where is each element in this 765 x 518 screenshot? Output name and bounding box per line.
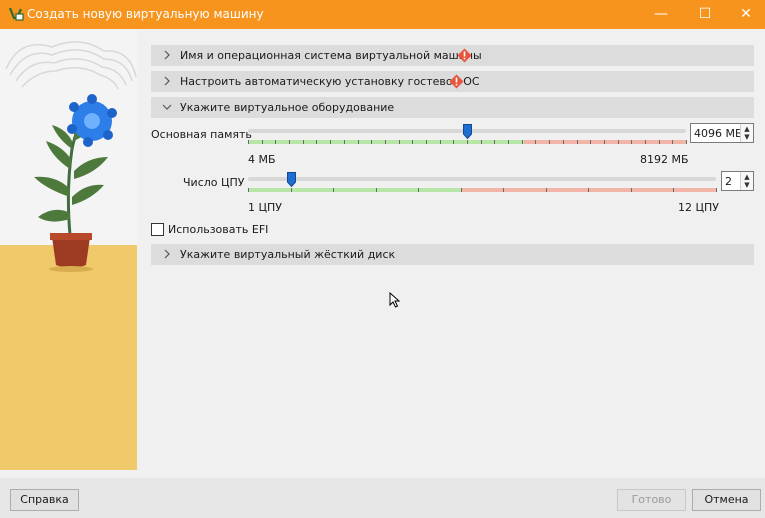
scale-tick (546, 188, 547, 192)
section-disk[interactable]: Укажите виртуальный жёсткий диск (151, 244, 754, 265)
section-disk-label: Укажите виртуальный жёсткий диск (180, 248, 396, 261)
section-name-os-label: Имя и операционная система виртуальной м… (180, 49, 482, 62)
scale-tick (291, 188, 292, 192)
scale-tick (494, 140, 495, 144)
memory-value[interactable]: 4096 МБ (694, 127, 743, 140)
scale-tick (716, 188, 717, 192)
scale-tick (412, 140, 413, 144)
memory-slider-thumb[interactable] (463, 124, 472, 139)
scale-tick (358, 140, 359, 144)
scale-tick (672, 140, 673, 144)
stepper-down-icon[interactable]: ▼ (743, 133, 751, 141)
maximize-button[interactable]: ☐ (685, 0, 725, 29)
scale-tick (645, 140, 646, 144)
cpu-label: Число ЦПУ (183, 176, 245, 189)
memory-min-label: 4 МБ (248, 153, 276, 166)
scale-tick (588, 188, 589, 192)
cpu-slider-track[interactable] (248, 177, 716, 181)
cpu-value[interactable]: 2 (725, 175, 732, 188)
window-title: Создать новую виртуальную машину (27, 7, 264, 21)
scale-tick (659, 140, 660, 144)
scale-tick (399, 140, 400, 144)
cpu-max-label: 12 ЦПУ (678, 201, 720, 214)
scale-tick (563, 140, 564, 144)
section-hardware-label: Укажите виртуальное оборудование (180, 101, 395, 114)
scale-tick (316, 140, 317, 144)
cpu-spinbox[interactable]: 2 ▲ ▼ (721, 171, 754, 191)
memory-spinbox[interactable]: 4096 МБ ▲ ▼ (690, 123, 754, 143)
efi-checkbox[interactable] (151, 223, 164, 236)
cancel-button[interactable]: Отмена (692, 489, 761, 511)
scale-tick (333, 188, 334, 192)
section-hardware[interactable]: Укажите виртуальное оборудование (151, 97, 754, 118)
scale-tick (604, 140, 605, 144)
scale-tick (631, 188, 632, 192)
scale-tick (330, 140, 331, 144)
scale-tick (549, 140, 550, 144)
chevron-down-icon (162, 104, 172, 110)
scale-tick (461, 188, 462, 192)
stepper-up-icon[interactable]: ▲ (743, 173, 751, 181)
close-button[interactable]: ✕ (726, 0, 765, 29)
scale-tick (467, 140, 468, 144)
wizard-illustration (0, 29, 137, 470)
chevron-right-icon (164, 50, 170, 60)
scale-tick (481, 140, 482, 144)
scale-tick (673, 188, 674, 192)
scale-tick (289, 140, 290, 144)
cpu-scale (248, 188, 717, 192)
memory-scale (248, 140, 687, 144)
scale-tick (275, 140, 276, 144)
scale-tick (686, 140, 687, 144)
virtualbox-icon (8, 7, 24, 21)
scale-tick (618, 140, 619, 144)
scale-tick (440, 140, 441, 144)
scale-tick (303, 140, 304, 144)
cpu-min-label: 1 ЦПУ (248, 201, 283, 214)
help-button[interactable]: Справка (10, 489, 79, 511)
mouse-cursor-icon (389, 292, 401, 308)
minimize-button[interactable]: — (641, 0, 681, 29)
finish-button[interactable]: Готово (617, 489, 686, 511)
section-name-os[interactable]: Имя и операционная система виртуальной м… (151, 45, 754, 66)
scale-tick (418, 188, 419, 192)
section-unattended-label: Настроить автоматическую установку госте… (180, 75, 480, 88)
efi-label: Использовать EFI (168, 223, 269, 236)
side-bottom-strip (0, 470, 137, 478)
safe-range-bar (248, 188, 461, 192)
scale-tick (426, 140, 427, 144)
scale-tick (590, 140, 591, 144)
stepper-up-icon[interactable]: ▲ (743, 125, 751, 133)
section-unattended[interactable]: Настроить автоматическую установку госте… (151, 71, 754, 92)
cpu-slider-thumb[interactable] (287, 172, 296, 187)
memory-max-label: 8192 МБ (640, 153, 689, 166)
title-bar: Создать новую виртуальную машину — ☐ ✕ (0, 0, 765, 29)
memory-stepper[interactable]: ▲ ▼ (740, 124, 753, 142)
scale-tick (262, 140, 263, 144)
memory-label: Основная память (151, 128, 252, 141)
chevron-right-icon (164, 76, 170, 86)
scale-tick (508, 140, 509, 144)
scale-tick (522, 140, 523, 144)
warning-icon (457, 48, 472, 63)
scale-tick (535, 140, 536, 144)
scale-tick (248, 188, 249, 192)
scale-tick (453, 140, 454, 144)
cpu-stepper[interactable]: ▲ ▼ (740, 172, 753, 190)
scale-tick (248, 140, 249, 144)
flower-illustration (0, 29, 137, 470)
scale-tick (371, 140, 372, 144)
scale-tick (344, 140, 345, 144)
warning-icon (449, 74, 464, 89)
scale-tick (376, 188, 377, 192)
scale-tick (385, 140, 386, 144)
scale-tick (631, 140, 632, 144)
scale-tick (577, 140, 578, 144)
stepper-down-icon[interactable]: ▼ (743, 181, 751, 189)
chevron-right-icon (164, 249, 170, 259)
scale-tick (503, 188, 504, 192)
